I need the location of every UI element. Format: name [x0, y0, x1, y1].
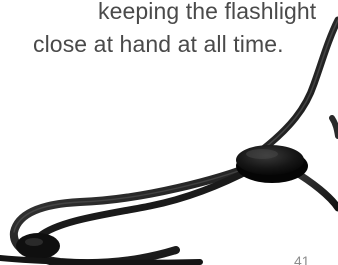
- cord-loop-back: [30, 156, 272, 265]
- body-text-line: close at hand at all time.: [33, 31, 284, 57]
- cord-right-edge: [329, 115, 338, 139]
- manual-page: keeping the flashlight close at hand at …: [0, 0, 338, 265]
- cord-stopper: [236, 145, 308, 183]
- page-number: 41: [294, 253, 310, 265]
- body-text-line: keeping the flashlight: [98, 0, 317, 24]
- cord-knot: [16, 233, 60, 259]
- cord-bottom: [0, 255, 203, 265]
